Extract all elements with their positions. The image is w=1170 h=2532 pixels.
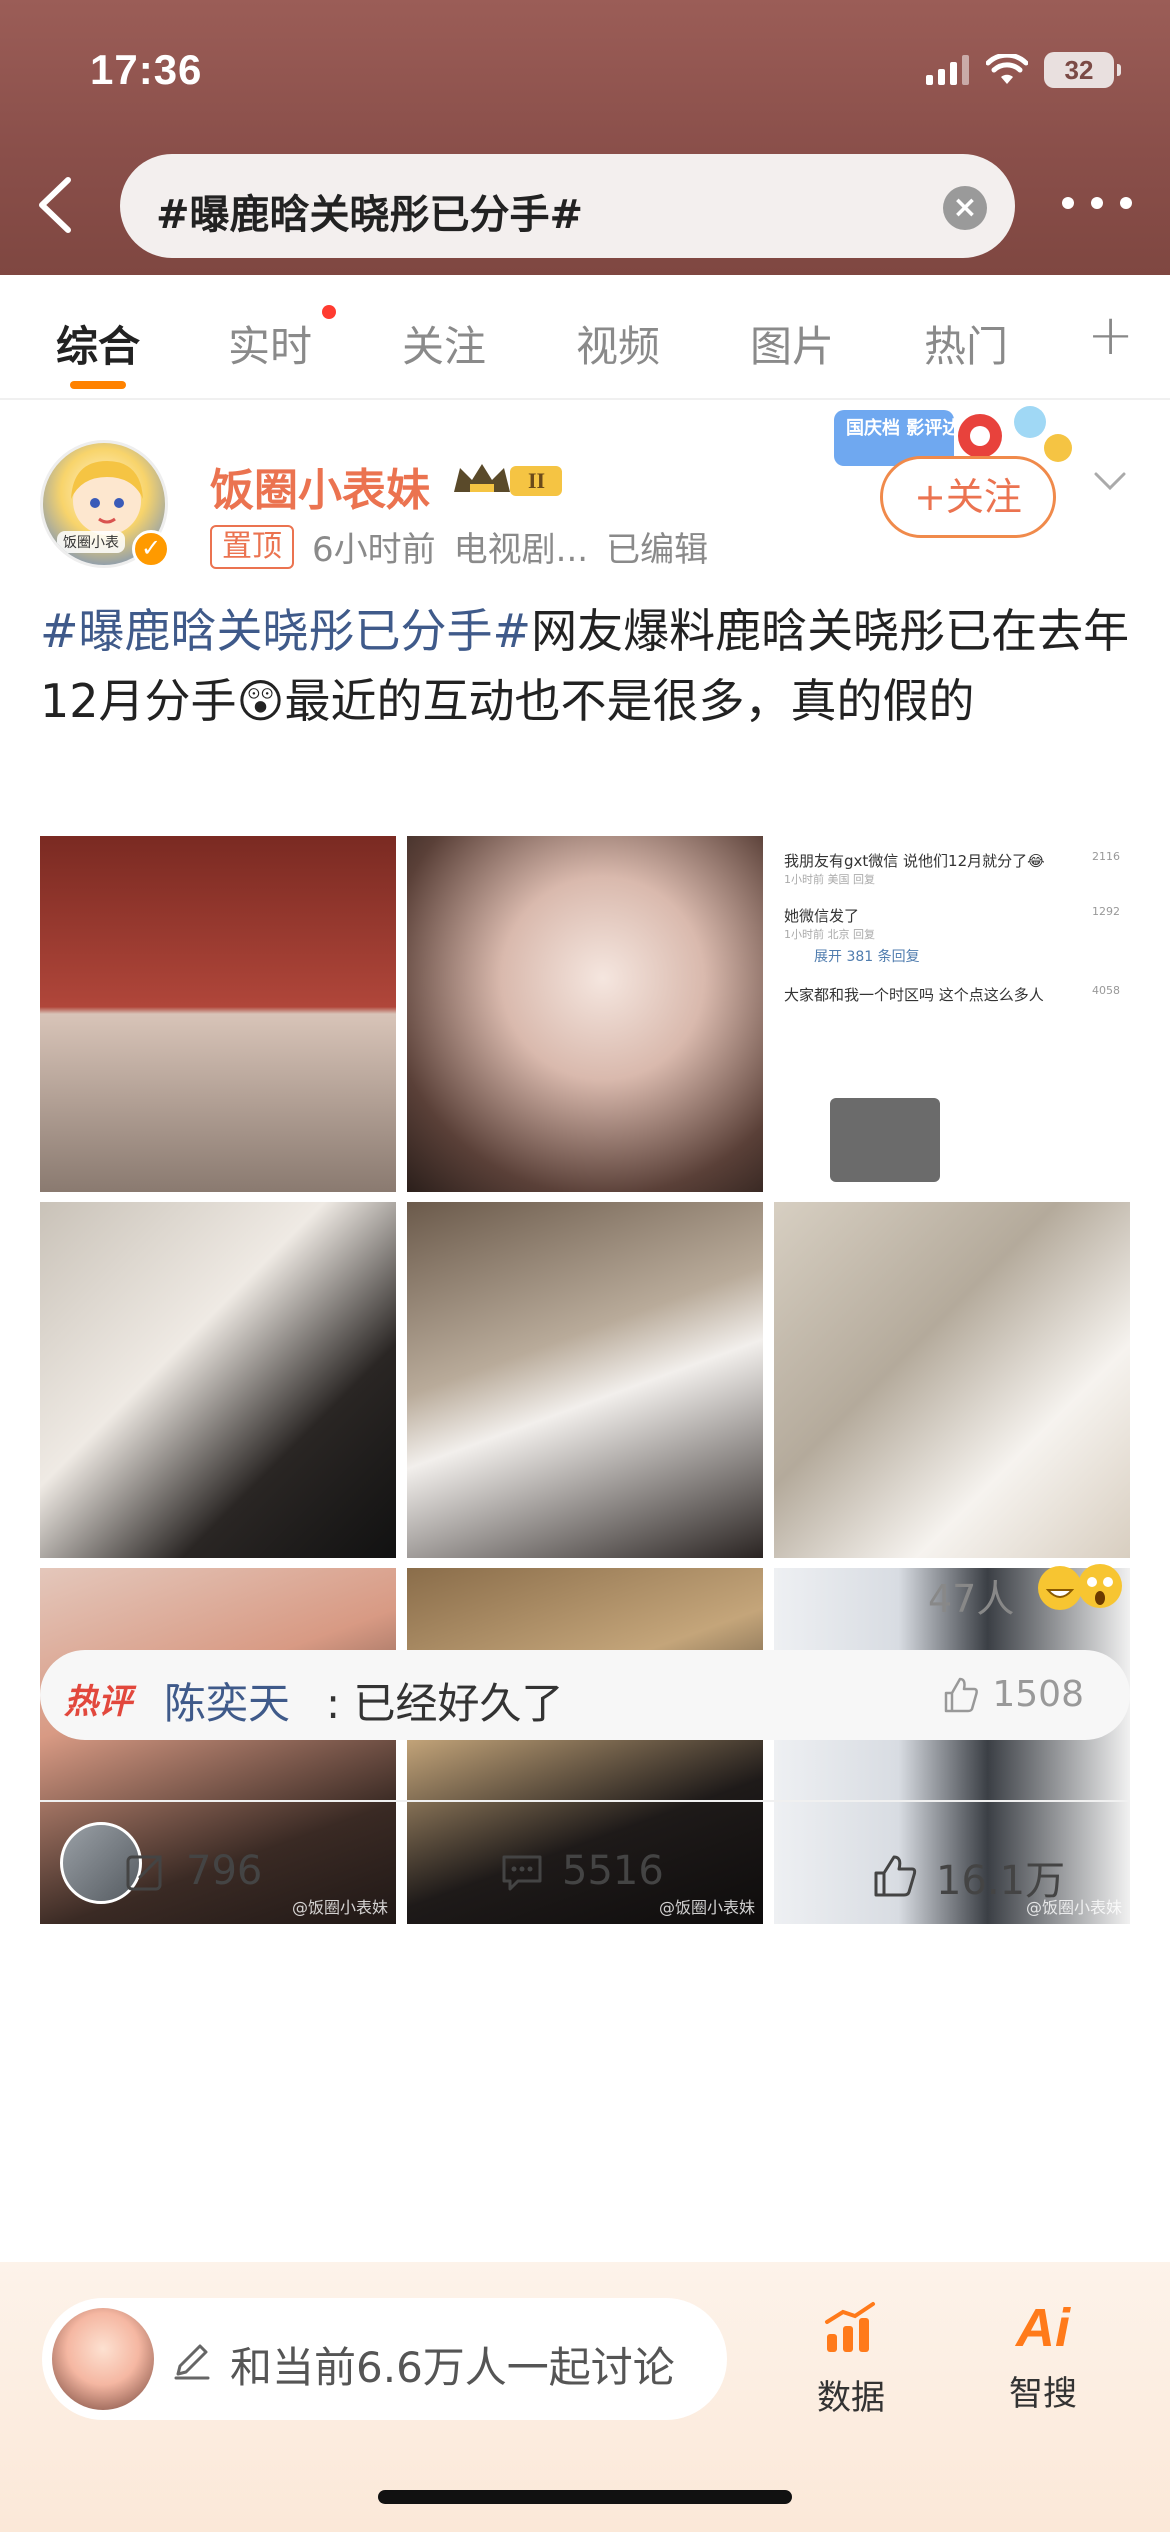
verified-badge-icon: ✓ — [132, 530, 170, 568]
post-image-6[interactable] — [774, 1202, 1130, 1558]
post-image-1[interactable] — [40, 836, 396, 1192]
screenshot-comment-text: 我朋友有gxt微信 说他们12月就分了😂 — [784, 852, 1045, 870]
thumbs-up-icon — [945, 1677, 979, 1712]
data-button[interactable]: 数据 — [796, 2298, 906, 2419]
tab-comprehensive[interactable]: 综合 — [56, 313, 140, 374]
post-time: 6小时前 — [312, 530, 436, 570]
screenshot-comment-likes: 2116 — [1092, 850, 1120, 863]
screenshot-comment-meta: 1小时前 美国 回复 — [784, 873, 875, 886]
ai-search-icon: Ai — [1016, 2298, 1070, 2358]
status-icons: 32 — [926, 52, 1121, 88]
edited-label: 已编辑 — [606, 530, 709, 570]
like-count: 16.1万 — [936, 1858, 1066, 1904]
post-actions: 796 5516 16.1万 — [0, 1820, 1170, 1940]
wifi-icon — [986, 54, 1028, 84]
reactions-row: 47人 — [0, 1552, 1170, 1622]
clear-search-icon[interactable]: × — [943, 186, 987, 230]
crown-level-badge-icon: II — [454, 464, 562, 496]
tab-hot[interactable]: 热门 — [924, 313, 1008, 374]
new-content-dot — [322, 305, 336, 319]
current-user-avatar — [52, 2308, 154, 2410]
discussion-input[interactable]: 和当前6.6万人一起讨论 — [42, 2298, 727, 2420]
screenshot-comment-text: 她微信发了 — [784, 907, 860, 925]
app-header: 17:36 32 #曝鹿晗关晓彤已分手# × — [0, 0, 1170, 275]
screenshot-comment: 4058 大家都和我一个时区吗 这个点这么多人 — [784, 984, 1124, 1005]
pencil-icon — [174, 2344, 210, 2380]
hot-comment-badge: 热评 — [64, 1682, 132, 1722]
repost-button[interactable]: 796 — [124, 1848, 262, 1894]
screenshot-comment: 1292 她微信发了 1小时前 北京 回复 展开 381 条回复 — [784, 905, 1124, 966]
comment-icon — [502, 1855, 542, 1891]
search-input[interactable]: #曝鹿晗关晓彤已分手# × — [120, 154, 1015, 258]
add-tab-icon[interactable]: + — [1087, 303, 1134, 368]
post-image-5[interactable] — [407, 1202, 763, 1558]
hot-comment-like-count: 1508 — [992, 1674, 1084, 1715]
tab-realtime[interactable]: 实时 — [228, 313, 312, 374]
status-time: 17:36 — [90, 46, 203, 93]
pinned-tag: 置顶 — [210, 524, 294, 569]
ai-search-button[interactable]: Ai 智搜 — [988, 2298, 1098, 2415]
home-indicator — [378, 2490, 792, 2504]
post-image-2[interactable] — [407, 836, 763, 1192]
ai-search-label: 智搜 — [1009, 2374, 1077, 2414]
more-options-icon[interactable] — [1062, 188, 1132, 218]
post-image-3-comment-screenshot[interactable]: 2116 我朋友有gxt微信 说他们12月就分了😂 1小时前 美国 回复 129… — [774, 836, 1130, 1192]
like-button[interactable]: 16.1万 — [872, 1848, 1065, 1906]
screenshot-comment-meta: 1小时前 北京 回复 — [784, 928, 875, 941]
battery-indicator: 32 — [1044, 52, 1121, 88]
search-tabs: 综合 实时 关注 视频 图片 热门 + — [0, 275, 1170, 400]
comment-button[interactable]: 5516 — [500, 1848, 664, 1894]
discussion-placeholder: 和当前6.6万人一起讨论 — [230, 2343, 675, 2392]
screenshot-comment-likes: 4058 — [1092, 984, 1120, 997]
hot-comment-text: : 已经好久了 — [326, 1679, 564, 1728]
tab-following[interactable]: 关注 — [402, 313, 486, 374]
comment-count: 5516 — [562, 1848, 664, 1894]
screenshot-expand-replies: 展开 381 条回复 — [814, 949, 920, 965]
post-source[interactable]: 电视剧... — [454, 522, 588, 571]
post-body: #曝鹿晗关晓彤已分手#网友爆料鹿晗关晓彤已在去年12月分手😲最近的互动也不是很多… — [40, 596, 1140, 736]
reaction-count[interactable]: 47人 — [928, 1568, 1014, 1623]
screenshot-comment: 2116 我朋友有gxt微信 说他们12月就分了😂 1小时前 美国 回复 — [784, 850, 1124, 887]
repost-icon — [126, 1855, 162, 1891]
data-button-label: 数据 — [817, 2378, 885, 2418]
data-chart-icon — [825, 2302, 875, 2352]
hot-comment-like[interactable]: 1508 — [940, 1674, 1084, 1715]
reaction-emojis-icon[interactable] — [1034, 1560, 1130, 1614]
post-image-4[interactable] — [40, 1202, 396, 1558]
follow-button[interactable]: +关注 — [880, 456, 1056, 538]
level-badge-text: II — [528, 468, 545, 493]
hot-comment-user[interactable]: 陈奕天 — [164, 1670, 290, 1731]
divider — [40, 1800, 1130, 1802]
avatar-caption: 饭圈小表 — [57, 531, 125, 553]
chevron-down-icon[interactable] — [1090, 460, 1130, 500]
search-query: #曝鹿晗关晓彤已分手# — [156, 192, 584, 238]
signal-icon — [926, 55, 969, 85]
hot-comment[interactable]: 热评 陈奕天 : 已经好久了 1508 — [40, 1650, 1130, 1740]
active-tab-indicator — [70, 381, 126, 389]
thumbs-up-icon — [874, 1855, 917, 1897]
post-meta: 置顶 6小时前 电视剧... 已编辑 — [210, 522, 708, 571]
screenshot-comment-text: 大家都和我一个时区吗 这个点这么多人 — [784, 986, 1044, 1004]
tab-pictures[interactable]: 图片 — [750, 313, 834, 374]
post-hashtag[interactable]: #曝鹿晗关晓彤已分手# — [40, 604, 531, 658]
screenshot-comment-likes: 1292 — [1092, 905, 1120, 918]
back-arrow-icon[interactable] — [28, 172, 88, 238]
panda-meme-image — [830, 1098, 940, 1182]
repost-count: 796 — [186, 1848, 263, 1894]
search-row: #曝鹿晗关晓彤已分手# × — [0, 150, 1170, 260]
holiday-badge-text: 国庆档 影评达 — [846, 417, 960, 439]
status-bar: 17:36 32 — [0, 0, 1170, 140]
screenshot-comment-list: 2116 我朋友有gxt微信 说他们12月就分了😂 1小时前 美国 回复 129… — [784, 850, 1124, 1023]
tab-videos[interactable]: 视频 — [576, 313, 660, 374]
author-name[interactable]: 饭圈小表妹 — [210, 454, 430, 518]
